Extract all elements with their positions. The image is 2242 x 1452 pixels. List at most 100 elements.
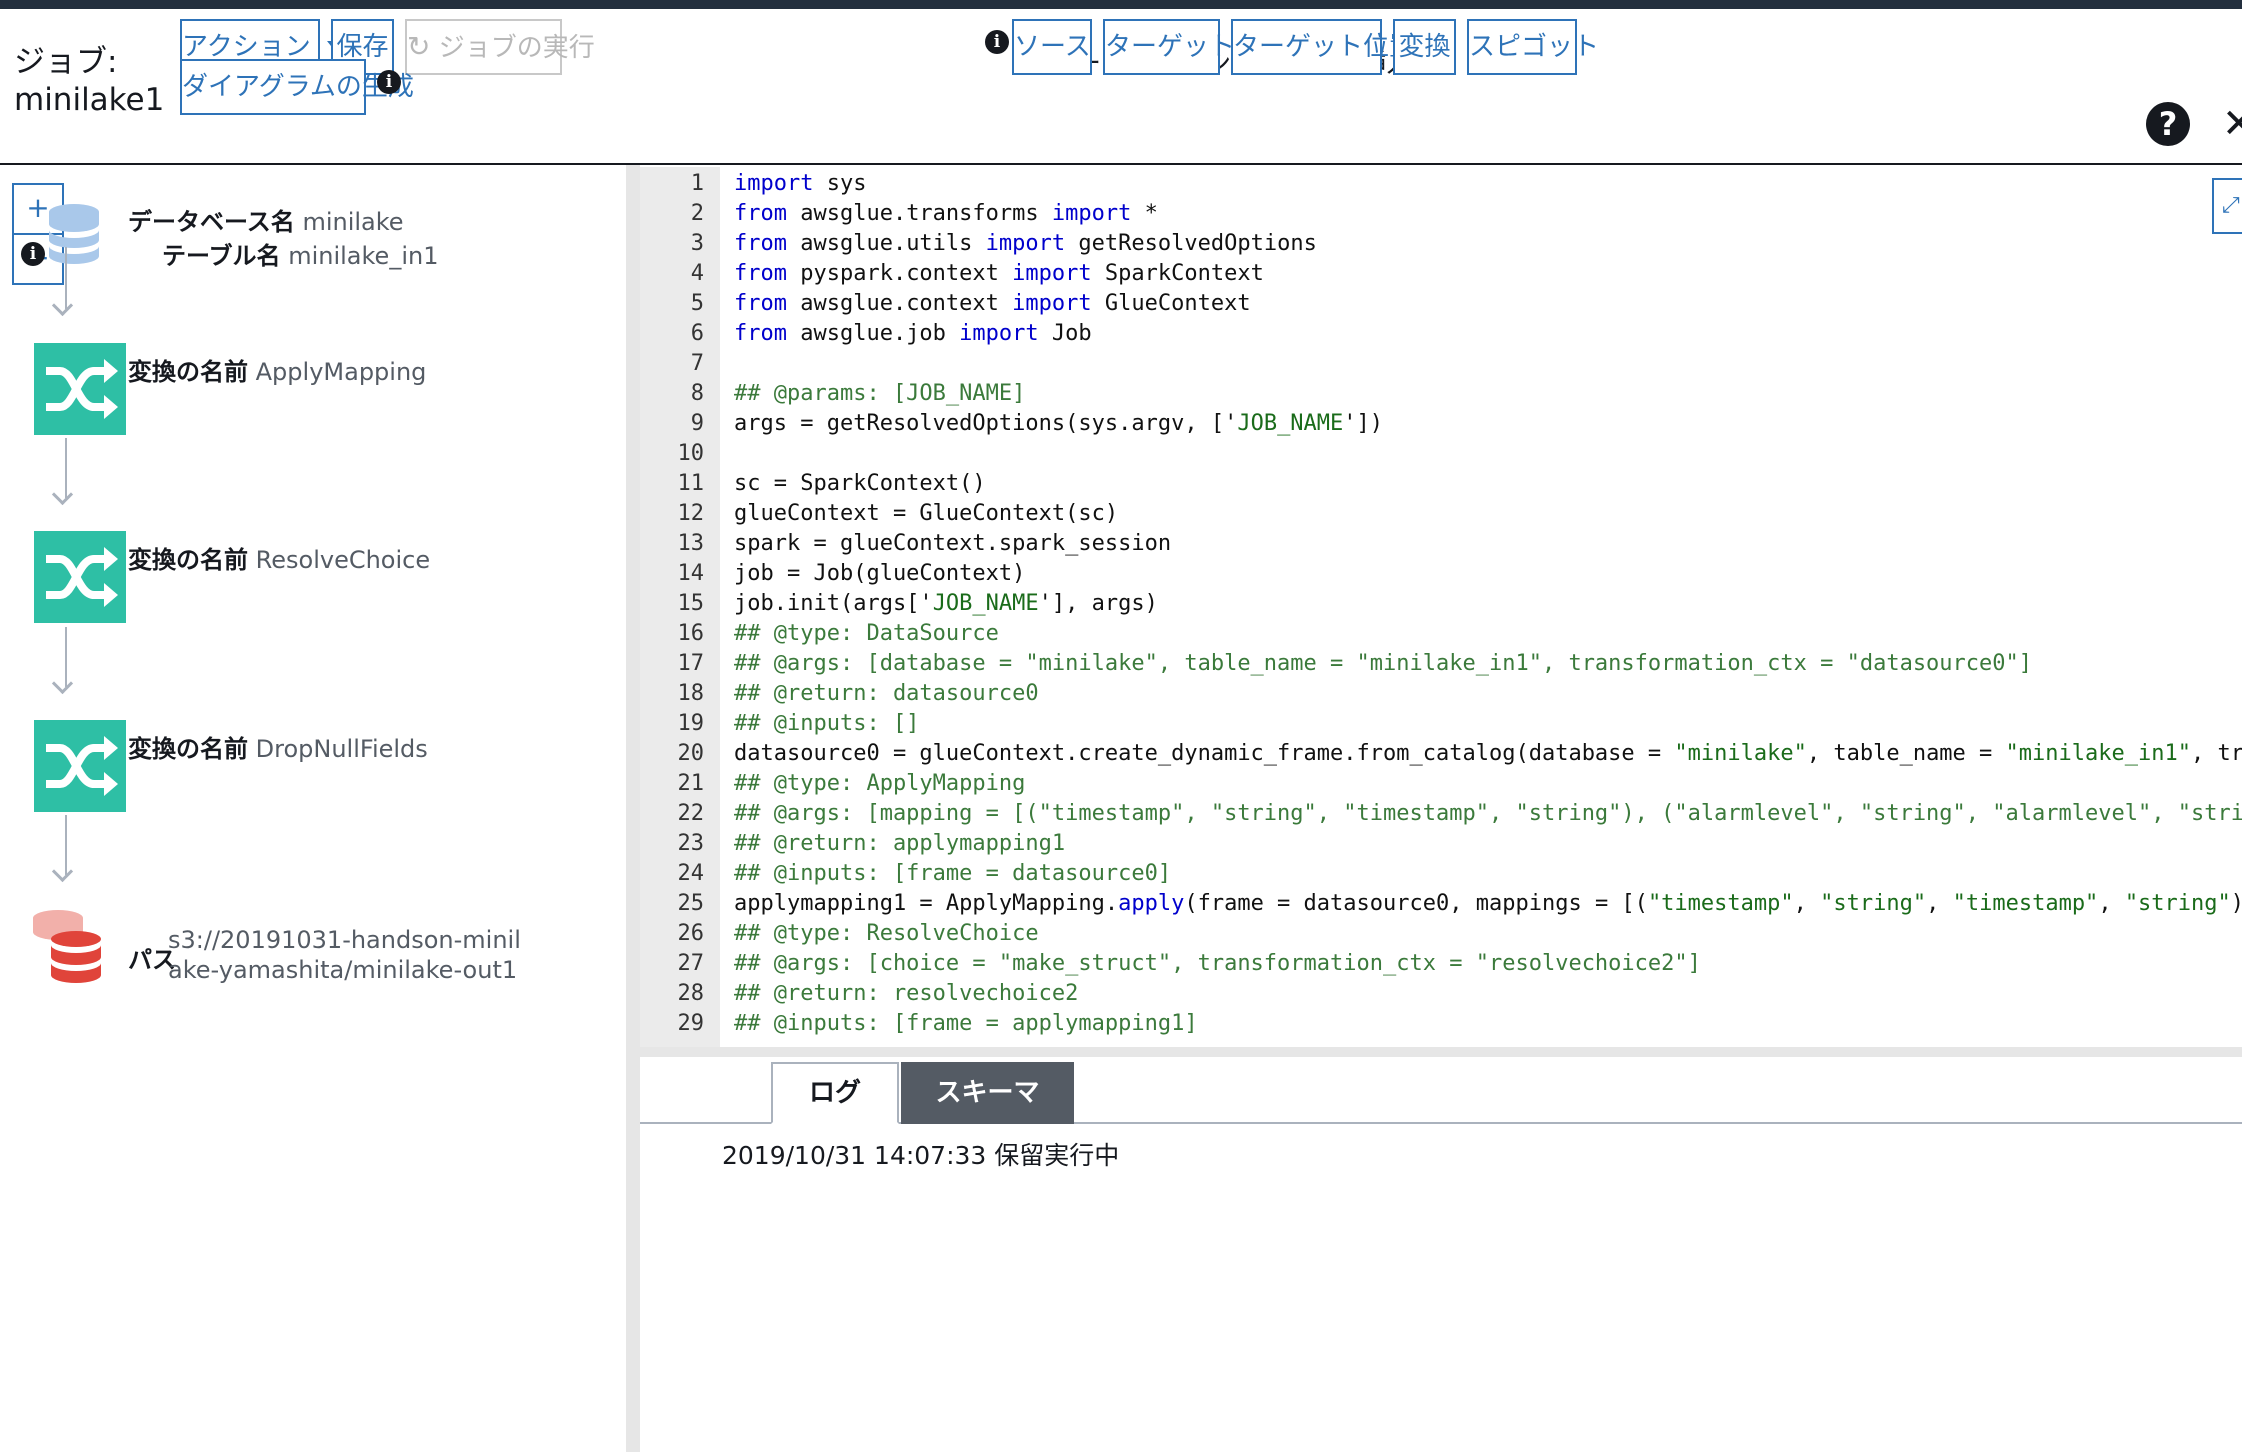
shuffle-icon[interactable] <box>34 720 126 812</box>
expand-editor-icon[interactable]: ⤢ <box>2212 178 2242 234</box>
code-line[interactable]: 28 ## @return: resolvechoice2 <box>640 979 2242 1009</box>
code-text: job.init(args['JOB_NAME'], args) <box>734 591 1158 616</box>
top-bar <box>0 0 2242 9</box>
panel-resize-bar[interactable] <box>640 1047 2242 1057</box>
code-text: ## @inputs: [frame = datasource0] <box>734 861 1172 886</box>
code-line[interactable]: 1 import sys <box>640 169 2242 199</box>
line-number: 2 <box>690 201 704 226</box>
code-line[interactable]: 12 glueContext = GlueContext(sc) <box>640 499 2242 529</box>
code-text: ## @type: DataSource <box>734 621 999 646</box>
line-number: 17 <box>677 651 705 676</box>
line-number: 27 <box>677 951 705 976</box>
code-line[interactable]: 17 ## @args: [database = "minilake", tabl… <box>640 649 2242 679</box>
database-icon[interactable] <box>32 909 102 991</box>
transform-node-dropnullfields[interactable]: 変換の名前 DropNullFields <box>128 732 428 766</box>
code-line[interactable]: 6 from awsglue.job import Job <box>640 319 2242 349</box>
line-number: 8 <box>690 381 704 406</box>
code-line[interactable]: 27 ## @args: [choice = "make_struct", tra… <box>640 949 2242 979</box>
code-text: from pyspark.context import SparkContext <box>734 261 1264 286</box>
code-text: ## @args: [database = "minilake", table_… <box>734 651 2033 676</box>
db-name-label: データベース名 <box>128 208 295 236</box>
info-icon[interactable]: i <box>21 242 45 266</box>
code-line[interactable]: 2 from awsglue.transforms import * <box>640 199 2242 229</box>
path-value-line2: ake-yamashita/minilake-out1 <box>168 956 518 984</box>
code-line[interactable]: 22 ## @args: [mapping = [("timestamp", "s… <box>640 799 2242 829</box>
run-job-button[interactable]: ↻ ジョブの実行 <box>405 19 595 75</box>
table-name-label: テーブル名 <box>162 242 281 270</box>
code-text: applymapping1 = ApplyMapping.apply(frame… <box>734 891 2242 916</box>
diagram-panel: + − データベース名 minilake テーブル名 minilake_in1 … <box>0 165 626 1452</box>
line-number: 22 <box>677 801 705 826</box>
run-job-label: ジョブの実行 <box>438 33 595 63</box>
template-transform-button[interactable]: 変換 <box>1393 19 1456 75</box>
shuffle-icon[interactable] <box>34 531 126 623</box>
code-line[interactable]: 24 ## @inputs: [frame = datasource0] <box>640 859 2242 889</box>
code-line[interactable]: 3 from awsglue.utils import getResolvedOp… <box>640 229 2242 259</box>
line-number: 16 <box>677 621 705 646</box>
line-number: 26 <box>677 921 705 946</box>
code-line[interactable]: 10 <box>640 439 2242 469</box>
line-number: 1 <box>690 171 704 196</box>
code-line[interactable]: 16 ## @type: DataSource <box>640 619 2242 649</box>
transform-name-label: 変換の名前 <box>128 546 248 574</box>
code-line[interactable]: 19 ## @inputs: [] <box>640 709 2242 739</box>
code-line[interactable]: 13 spark = glueContext.spark_session <box>640 529 2242 559</box>
generate-diagram-button[interactable]: ダイアグラムの生成 <box>180 59 414 115</box>
template-target-location-button[interactable]: ターゲット位置 <box>1231 19 1415 75</box>
flow-arrow <box>65 247 67 309</box>
tab-schema[interactable]: スキーマ <box>901 1062 1074 1124</box>
code-text: ## @inputs: [] <box>734 711 920 736</box>
code-line[interactable]: 8 ## @params: [JOB_NAME] <box>640 379 2242 409</box>
line-number: 15 <box>677 591 705 616</box>
help-icon[interactable]: ? <box>2146 102 2190 146</box>
code-line[interactable]: 14 job = Job(glueContext) <box>640 559 2242 589</box>
line-number: 18 <box>677 681 705 706</box>
tab-log[interactable]: ログ <box>771 1062 899 1124</box>
code-line[interactable]: 9 args = getResolvedOptions(sys.argv, ['J… <box>640 409 2242 439</box>
line-number: 23 <box>677 831 705 856</box>
code-text: ## @return: resolvechoice2 <box>734 981 1079 1006</box>
code-line[interactable]: 25 applymapping1 = ApplyMapping.apply(fra… <box>640 889 2242 919</box>
code-line[interactable]: 4 from pyspark.context import SparkContex… <box>640 259 2242 289</box>
job-name: minilake1 <box>14 82 165 118</box>
code-text: from awsglue.transforms import * <box>734 201 1158 226</box>
database-icon[interactable] <box>48 203 100 269</box>
code-line[interactable]: 18 ## @return: datasource0 <box>640 679 2242 709</box>
template-target-button[interactable]: ターゲット <box>1103 19 1235 75</box>
code-line[interactable]: 15 job.init(args['JOB_NAME'], args) <box>640 589 2242 619</box>
shuffle-icon[interactable] <box>34 343 126 435</box>
job-title: ジョブ: minilake1 <box>14 43 164 119</box>
line-number: 11 <box>677 471 705 496</box>
info-icon[interactable]: i <box>985 30 1009 54</box>
job-label: ジョブ: <box>14 44 118 80</box>
source-node-label[interactable]: データベース名 minilake テーブル名 minilake_in1 <box>128 205 438 273</box>
flow-arrow <box>65 627 67 687</box>
code-editor[interactable]: 1 import sys 2 from awsglue.transforms impo… <box>640 167 2242 1047</box>
transform-node-applymapping[interactable]: 変換の名前 ApplyMapping <box>128 355 426 389</box>
line-number: 28 <box>677 981 705 1006</box>
flow-arrow <box>65 438 67 498</box>
line-number: 21 <box>677 771 705 796</box>
code-text: datasource0 = glueContext.create_dynamic… <box>734 741 2242 766</box>
template-source-button[interactable]: ソース <box>1012 19 1092 75</box>
refresh-icon: ↻ <box>407 30 431 63</box>
line-number: 7 <box>690 351 704 376</box>
code-line[interactable]: 11 sc = SparkContext() <box>640 469 2242 499</box>
code-text: glueContext = GlueContext(sc) <box>734 501 1119 526</box>
code-text: sc = SparkContext() <box>734 471 986 496</box>
code-line[interactable]: 21 ## @type: ApplyMapping <box>640 769 2242 799</box>
code-line[interactable]: 7 <box>640 349 2242 379</box>
transform-node-resolvechoice[interactable]: 変換の名前 ResolveChoice <box>128 543 430 577</box>
code-line[interactable]: 26 ## @type: ResolveChoice <box>640 919 2242 949</box>
close-icon[interactable]: ✕ <box>2222 101 2242 147</box>
code-text: job = Job(glueContext) <box>734 561 1026 586</box>
panel-divider[interactable] <box>626 165 640 1452</box>
info-icon[interactable]: i <box>377 70 401 94</box>
db-name-value: minilake <box>302 208 404 236</box>
code-line[interactable]: 20 datasource0 = glueContext.create_dynam… <box>640 739 2242 769</box>
log-output: 2019/10/31 14:07:33 保留実行中 <box>722 1141 1120 1170</box>
template-spigot-button[interactable]: スピゴット <box>1467 19 1599 75</box>
code-line[interactable]: 29 ## @inputs: [frame = applymapping1] <box>640 1009 2242 1039</box>
code-line[interactable]: 23 ## @return: applymapping1 <box>640 829 2242 859</box>
code-line[interactable]: 5 from awsglue.context import GlueContext <box>640 289 2242 319</box>
